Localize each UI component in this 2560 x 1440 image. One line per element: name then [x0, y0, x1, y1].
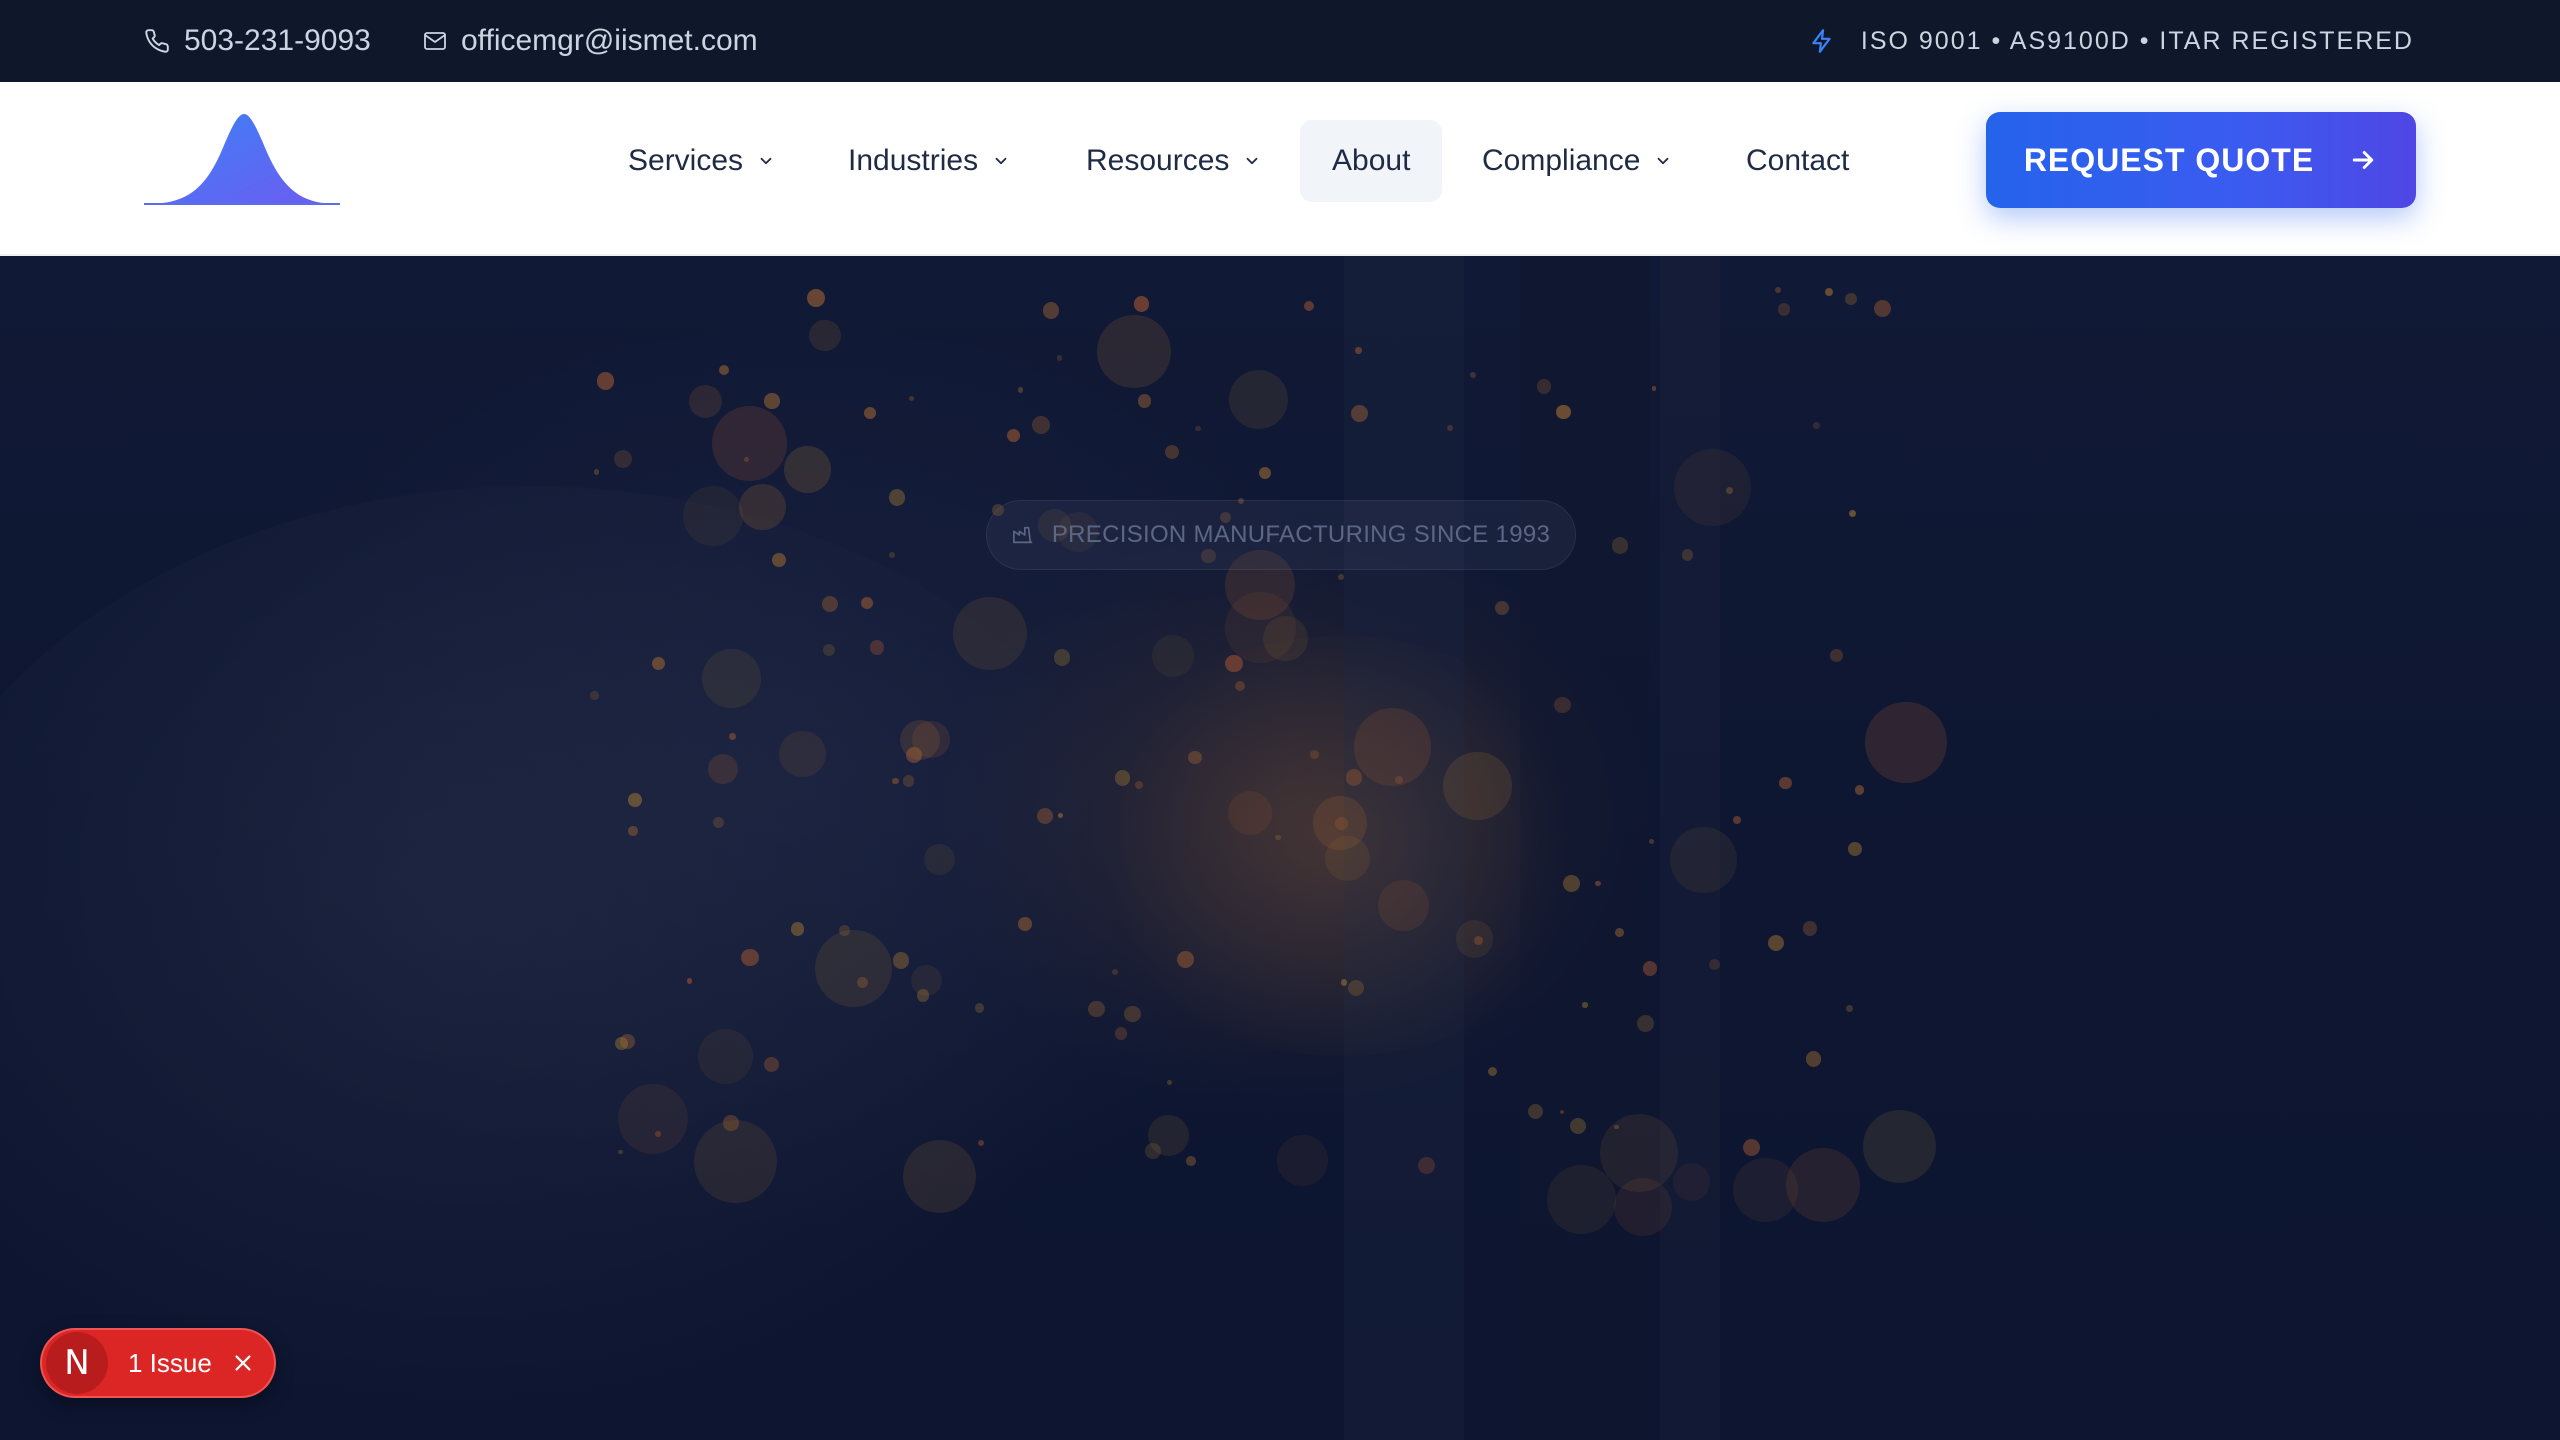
nav-industries-label: Industries [848, 144, 979, 177]
chevron-down-icon [995, 157, 1007, 165]
chevron-down-icon [1658, 157, 1669, 165]
hero-badge: PRECISION MANUFACTURING SINCE 1993 [986, 500, 1576, 570]
nav-compliance-label: Compliance [1482, 144, 1641, 177]
hero-overlay [0, 256, 2560, 1440]
nav-about-label: About [1332, 144, 1411, 177]
issue-count: 1 Issue [128, 1347, 212, 1378]
email-link[interactable]: officemgr@iismet.com [423, 0, 758, 82]
issues-indicator[interactable]: N 1 Issue [40, 1328, 276, 1398]
request-quote-button[interactable]: REQUEST QUOTE [1986, 112, 2416, 208]
phone-link[interactable]: 503-231-9093 [144, 0, 371, 82]
framework-logo-letter: N [64, 1343, 90, 1383]
certifications-note: ISO 9001 • AS9100D • ITAR REGISTERED [1809, 0, 2414, 82]
request-quote-label: REQUEST QUOTE [2023, 141, 2315, 178]
top-info-bar: 503-231-9093 officemgr@iismet.com ISO 90… [0, 0, 2560, 82]
main-navigation: Services Industries Resources About Comp… [0, 82, 2560, 256]
chevron-down-icon [1247, 157, 1258, 165]
nav-resources[interactable]: Resources [1054, 120, 1293, 202]
nav-industries[interactable]: Industries [816, 120, 1042, 202]
phone-number: 503-231-9093 [184, 24, 371, 57]
nav-about[interactable]: About [1300, 120, 1443, 202]
nav-services-label: Services [628, 144, 744, 177]
nav-contact-label: Contact [1746, 144, 1850, 177]
email-address: officemgr@iismet.com [461, 24, 758, 57]
factory-icon [1012, 526, 1033, 544]
lightning-bolt-icon [1812, 29, 1831, 53]
close-icon[interactable] [232, 1352, 254, 1374]
arrow-right-icon [2352, 151, 2374, 169]
certifications-text: ISO 9001 • AS9100D • ITAR REGISTERED [1860, 26, 2414, 55]
nav-services[interactable]: Services [596, 120, 807, 202]
nav-contact[interactable]: Contact [1714, 120, 1881, 202]
mail-icon [424, 32, 446, 50]
hero-section: PRECISION MANUFACTURING SINCE 1993 [0, 256, 2560, 1440]
framework-logo[interactable]: N [46, 1332, 108, 1394]
nav-resources-label: Resources [1086, 144, 1230, 177]
hero-badge-text: PRECISION MANUFACTURING SINCE 1993 [1051, 521, 1551, 548]
chevron-down-icon [760, 157, 772, 165]
nav-compliance[interactable]: Compliance [1450, 120, 1704, 202]
phone-icon [145, 29, 169, 53]
